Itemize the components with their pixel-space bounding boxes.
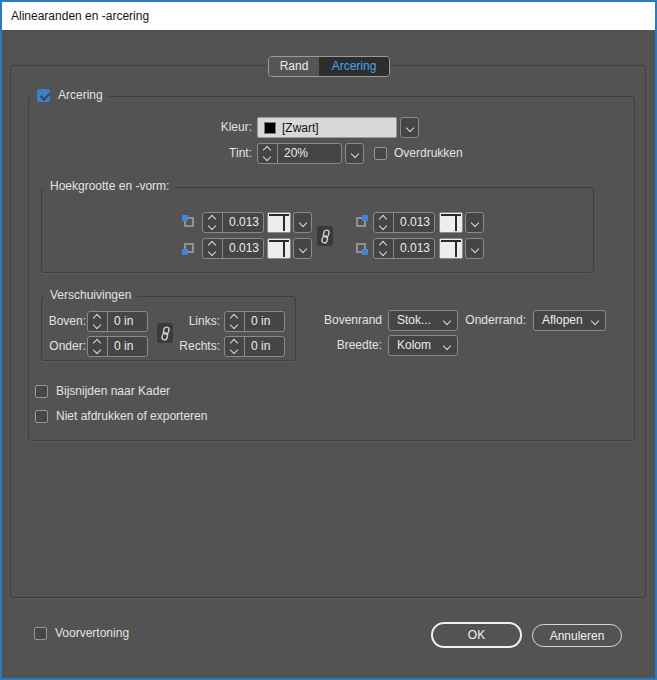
tab-bar: Rand Arcering [268, 56, 390, 77]
onder-label: Onder: [44, 336, 86, 357]
kleur-select[interactable]: [Zwart] [257, 117, 397, 138]
kleur-value: [Zwart] [282, 121, 319, 135]
corner-shape-arrow[interactable] [465, 212, 484, 233]
links-stepper[interactable] [225, 312, 245, 331]
overdrukken-label: Overdrukken [394, 143, 463, 164]
corner-topleft-stepper[interactable] [203, 213, 223, 232]
corner-shape-arrow[interactable] [293, 238, 312, 259]
clip-checkbox[interactable] [35, 385, 48, 398]
ok-button[interactable]: OK [431, 622, 522, 648]
corner-bottomleft-stepper[interactable] [203, 239, 223, 258]
rechts-stepper[interactable] [225, 337, 245, 356]
corner-link-icon[interactable] [317, 226, 333, 246]
corner-bottomleft-icon [182, 241, 196, 255]
corner-topright-stepper[interactable] [374, 213, 394, 232]
corner-topleft-field[interactable]: 0.013 [202, 212, 264, 233]
corner-shape-swatch [267, 212, 291, 233]
cancel-button[interactable]: Annuleren [532, 624, 622, 647]
rechts-label: Rechts: [170, 336, 220, 357]
breedte-label: Breedte: [314, 335, 382, 356]
onderrand-label: Onderrand: [462, 310, 526, 331]
onder-stepper[interactable] [88, 337, 108, 356]
corner-group: Hoekgrootte en -vorm: 0.013 0.013 [41, 187, 594, 273]
cancel-label: Annuleren [550, 629, 605, 643]
rechts-value: 0 in [245, 337, 284, 356]
onder-value: 0 in [108, 337, 147, 356]
corner-bottomleft-shape[interactable] [267, 238, 312, 259]
corner-topleft-icon [182, 215, 196, 229]
bovenrand-select[interactable]: Stok... [388, 310, 458, 331]
tint-label: Tint: [149, 143, 252, 164]
corner-shape-swatch [439, 212, 463, 233]
kleur-dropdown-arrow[interactable] [400, 117, 419, 138]
noprint-label: Niet afdrukken of exporteren [56, 406, 207, 427]
tint-dropdown-arrow[interactable] [345, 143, 364, 164]
corner-bottomright-value: 0.013 [394, 239, 434, 258]
shading-legend: Arcering [31, 88, 109, 102]
onderrand-value: Aflopen [542, 313, 583, 327]
breedte-value: Kolom [397, 338, 431, 352]
rechts-field[interactable]: 0 in [224, 336, 285, 357]
boven-value: 0 in [108, 312, 147, 331]
shading-enable-label: Arcering [58, 88, 103, 102]
onderrand-select[interactable]: Aflopen [533, 310, 606, 331]
ok-label: OK [468, 628, 485, 642]
kleur-label: Kleur: [149, 117, 252, 138]
corner-shape-swatch [439, 238, 463, 259]
corner-bottomleft-field[interactable]: 0.013 [202, 238, 264, 259]
dialog-window: Alinearanden en -arcering Rand Arcering … [0, 0, 657, 680]
tint-field[interactable]: 20% [257, 143, 342, 164]
corner-group-title: Hoekgrootte en -vorm: [44, 179, 175, 193]
tint-value: 20% [278, 144, 341, 163]
overdrukken-checkbox[interactable] [374, 147, 387, 160]
preview-label: Voorvertoning [55, 623, 129, 644]
corner-bottomright-stepper[interactable] [374, 239, 394, 258]
color-swatch-black [264, 122, 276, 134]
links-label: Links: [170, 311, 220, 332]
bovenrand-label: Bovenrand [314, 310, 382, 331]
noprint-checkbox[interactable] [35, 410, 48, 423]
preview-checkbox[interactable] [34, 627, 47, 640]
breedte-select[interactable]: Kolom [388, 335, 458, 356]
boven-stepper[interactable] [88, 312, 108, 331]
boven-field[interactable]: 0 in [87, 311, 148, 332]
title-bar: Alinearanden en -arcering [2, 2, 655, 30]
corner-topleft-value: 0.013 [223, 213, 263, 232]
corner-bottomleft-value: 0.013 [223, 239, 263, 258]
links-value: 0 in [245, 312, 284, 331]
corner-topright-icon [354, 215, 368, 229]
dialog-body: Rand Arcering Arcering Kleur: [Zwart] Ti… [2, 30, 655, 678]
boven-label: Boven: [44, 311, 86, 332]
tint-stepper[interactable] [258, 144, 278, 163]
corner-bottomright-field[interactable]: 0.013 [373, 238, 435, 259]
corner-bottomright-icon [354, 241, 368, 255]
corner-shape-arrow[interactable] [465, 238, 484, 259]
window-title: Alinearanden en -arcering [11, 9, 149, 23]
shading-group: Arcering Kleur: [Zwart] Tint: 20% Overdr… [28, 96, 635, 441]
bovenrand-value: Stok... [397, 313, 431, 327]
links-field[interactable]: 0 in [224, 311, 285, 332]
corner-topright-field[interactable]: 0.013 [373, 212, 435, 233]
clip-label: Bijsnijden naar Kader [56, 381, 170, 402]
corner-topright-shape[interactable] [439, 212, 484, 233]
shading-enable-checkbox[interactable] [37, 89, 50, 102]
offsets-group-title: Verschuivingen [44, 288, 137, 302]
tab-rand[interactable]: Rand [269, 57, 319, 76]
corner-shape-swatch [267, 238, 291, 259]
tab-arcering[interactable]: Arcering [319, 57, 389, 76]
corner-shape-arrow[interactable] [293, 212, 312, 233]
onder-field[interactable]: 0 in [87, 336, 148, 357]
corner-topleft-shape[interactable] [267, 212, 312, 233]
corner-bottomright-shape[interactable] [439, 238, 484, 259]
offsets-group: Verschuivingen Boven: 0 in Onder: 0 in L… [41, 296, 296, 361]
corner-topright-value: 0.013 [394, 213, 434, 232]
